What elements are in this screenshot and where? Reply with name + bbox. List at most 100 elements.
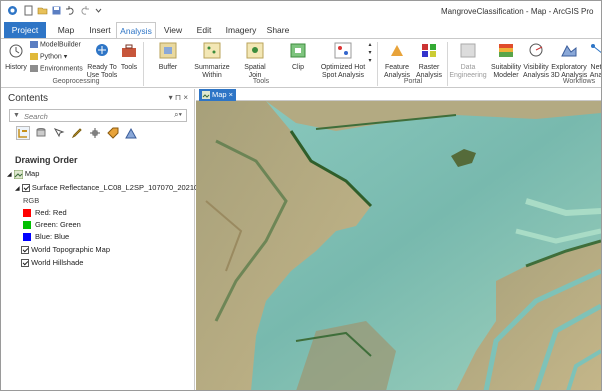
python-label: Python — [39, 53, 62, 61]
network-analysis-icon — [591, 44, 601, 54]
ribbon-tabs: Project Map Insert Analysis View Edit Im… — [1, 22, 601, 39]
data-engineering-icon — [460, 43, 476, 58]
drawing-order-heading: Drawing Order — [15, 155, 78, 165]
red-swatch — [23, 209, 31, 218]
ribbon-separator — [377, 42, 378, 86]
list-by-editing-icon[interactable] — [71, 127, 83, 139]
tools-label: Tools — [120, 64, 138, 71]
tools-button[interactable]: Tools — [119, 42, 139, 72]
green-swatch — [23, 221, 31, 230]
band-red-label: Red: Red — [35, 208, 67, 217]
undo-icon[interactable] — [65, 5, 76, 16]
summarize-label-1: Summarize — [194, 64, 230, 71]
ready-to-use-tools-icon — [96, 44, 108, 56]
search-placeholder: Search — [24, 112, 48, 121]
tab-insert[interactable]: Insert — [85, 22, 115, 38]
data-engineering-button[interactable]: Data Engineering — [449, 42, 487, 80]
map-tab-close-icon[interactable]: × — [229, 89, 233, 101]
suitability-modeler-button[interactable]: Suitability Modeler — [488, 42, 524, 80]
visibility-analysis-button[interactable]: Visibility Analysis — [521, 42, 551, 80]
list-by-data-source-icon[interactable] — [35, 127, 47, 139]
ready-to-use-tools-button[interactable]: Ready To Use Tools — [85, 42, 119, 80]
redo-icon[interactable] — [79, 5, 90, 16]
buffer-label: Buffer — [158, 64, 178, 71]
open-folder-icon[interactable] — [37, 5, 48, 16]
buffer-button[interactable]: Buffer — [153, 42, 183, 72]
save-icon[interactable] — [51, 5, 62, 16]
band-green-label: Green: Green — [35, 220, 81, 229]
layer-visibility-checkbox[interactable] — [21, 184, 30, 193]
basemap-hillshade-item[interactable]: World Hillshade — [21, 258, 84, 268]
python-button[interactable]: Python ▾ — [30, 53, 92, 61]
network-analysis-button[interactable]: Net Ana — [589, 42, 601, 80]
map-tree-item[interactable]: ◢ Map — [7, 169, 39, 180]
list-by-snapping-icon[interactable] — [89, 127, 101, 139]
band-legend-red: Red: Red — [23, 208, 67, 218]
list-by-drawing-order-icon[interactable] — [16, 126, 30, 140]
band-blue-label: Blue: Blue — [35, 232, 70, 241]
tab-analysis[interactable]: Analysis — [116, 22, 156, 39]
tab-map[interactable]: Map — [51, 22, 81, 38]
modelbuilder-button[interactable]: ModelBuilder — [30, 41, 92, 49]
ribbon: History ModelBuilder Python ▾ Environmen… — [1, 38, 601, 88]
portal-group-label: Portal — [403, 78, 423, 85]
topographic-visibility-checkbox[interactable] — [21, 246, 29, 255]
map-icon — [13, 169, 24, 180]
app-window: MangroveClassification - Map - ArcGIS Pr… — [0, 0, 602, 391]
map-view-tabbar: Map × — [196, 89, 601, 101]
search-icon[interactable]: ⌕▾ — [174, 110, 182, 120]
collapse-arrow-icon[interactable]: ◢ — [15, 186, 20, 192]
satellite-imagery — [196, 101, 601, 390]
environments-label: Environments — [39, 65, 83, 73]
topographic-label: World Topographic Map — [31, 245, 111, 254]
tab-share[interactable]: Share — [264, 22, 292, 38]
spatial-join-button[interactable]: Spatial Join — [241, 42, 269, 80]
exploratory-3d-analysis-button[interactable]: Exploratory 3D Analysis — [550, 42, 588, 80]
exploratory-3d-icon — [561, 45, 577, 57]
clip-label: Clip — [291, 64, 305, 71]
list-by-perspective-icon[interactable] — [125, 127, 137, 139]
tools-gallery-scroll[interactable]: ▴ ▾ ▾ — [367, 41, 373, 65]
toolbox-icon — [122, 44, 136, 57]
suitability-modeler-icon — [499, 44, 513, 57]
new-project-icon[interactable] — [23, 5, 34, 16]
summarize-label-2: Within — [202, 72, 222, 79]
environments-icon — [30, 65, 38, 72]
data-engineering-label-2: Engineering — [449, 72, 487, 79]
collapse-arrow-icon[interactable]: ◢ — [7, 172, 12, 178]
clip-button[interactable]: Clip — [287, 42, 309, 72]
basemap-topographic-item[interactable]: World Topographic Map — [21, 245, 111, 255]
band-legend-blue: Blue: Blue — [23, 232, 70, 242]
map-tab-icon — [202, 91, 210, 99]
pane-controls[interactable]: ▾ ⊓ × — [169, 93, 188, 102]
raster-analysis-button[interactable]: Raster Analysis — [415, 42, 443, 80]
hillshade-visibility-checkbox[interactable] — [21, 259, 29, 268]
clip-icon — [290, 43, 306, 58]
filter-icon[interactable]: ▼ — [13, 112, 20, 119]
tools-group-label: Tools — [252, 78, 270, 85]
tab-imagery[interactable]: Imagery — [223, 22, 259, 38]
optimized-hot-spot-button[interactable]: Optimized Hot Spot Analysis — [319, 42, 367, 80]
spatial-join-icon — [246, 42, 264, 59]
hillshade-label: World Hillshade — [31, 258, 84, 267]
feature-analysis-button[interactable]: Feature Analysis — [381, 42, 413, 80]
contents-search-input[interactable]: ▼ Search ⌕▾ — [9, 109, 187, 122]
tab-project[interactable]: Project — [4, 22, 46, 38]
history-button[interactable]: History — [3, 42, 29, 72]
title-bar: MangroveClassification - Map - ArcGIS Pr… — [1, 1, 601, 21]
list-by-labeling-icon[interactable] — [107, 127, 119, 139]
tab-view[interactable]: View — [159, 22, 187, 38]
map-canvas[interactable] — [196, 101, 601, 390]
visibility-analysis-icon — [529, 43, 543, 57]
summarize-within-button[interactable]: Summarize Within — [191, 42, 233, 80]
ready-to-use-label-1: Ready To — [87, 64, 117, 71]
customize-arrow-icon[interactable] — [93, 5, 104, 16]
raster-analysis-label-1: Raster — [418, 64, 440, 71]
map-view-tab[interactable]: Map × — [199, 89, 236, 101]
environments-button[interactable]: Environments — [30, 65, 92, 73]
visibility-label-2: Analysis — [522, 72, 550, 79]
tab-edit[interactable]: Edit — [191, 22, 217, 38]
summarize-within-icon — [203, 42, 221, 59]
list-by-selection-icon[interactable] — [53, 127, 65, 139]
visibility-label-1: Visibility — [523, 64, 549, 71]
